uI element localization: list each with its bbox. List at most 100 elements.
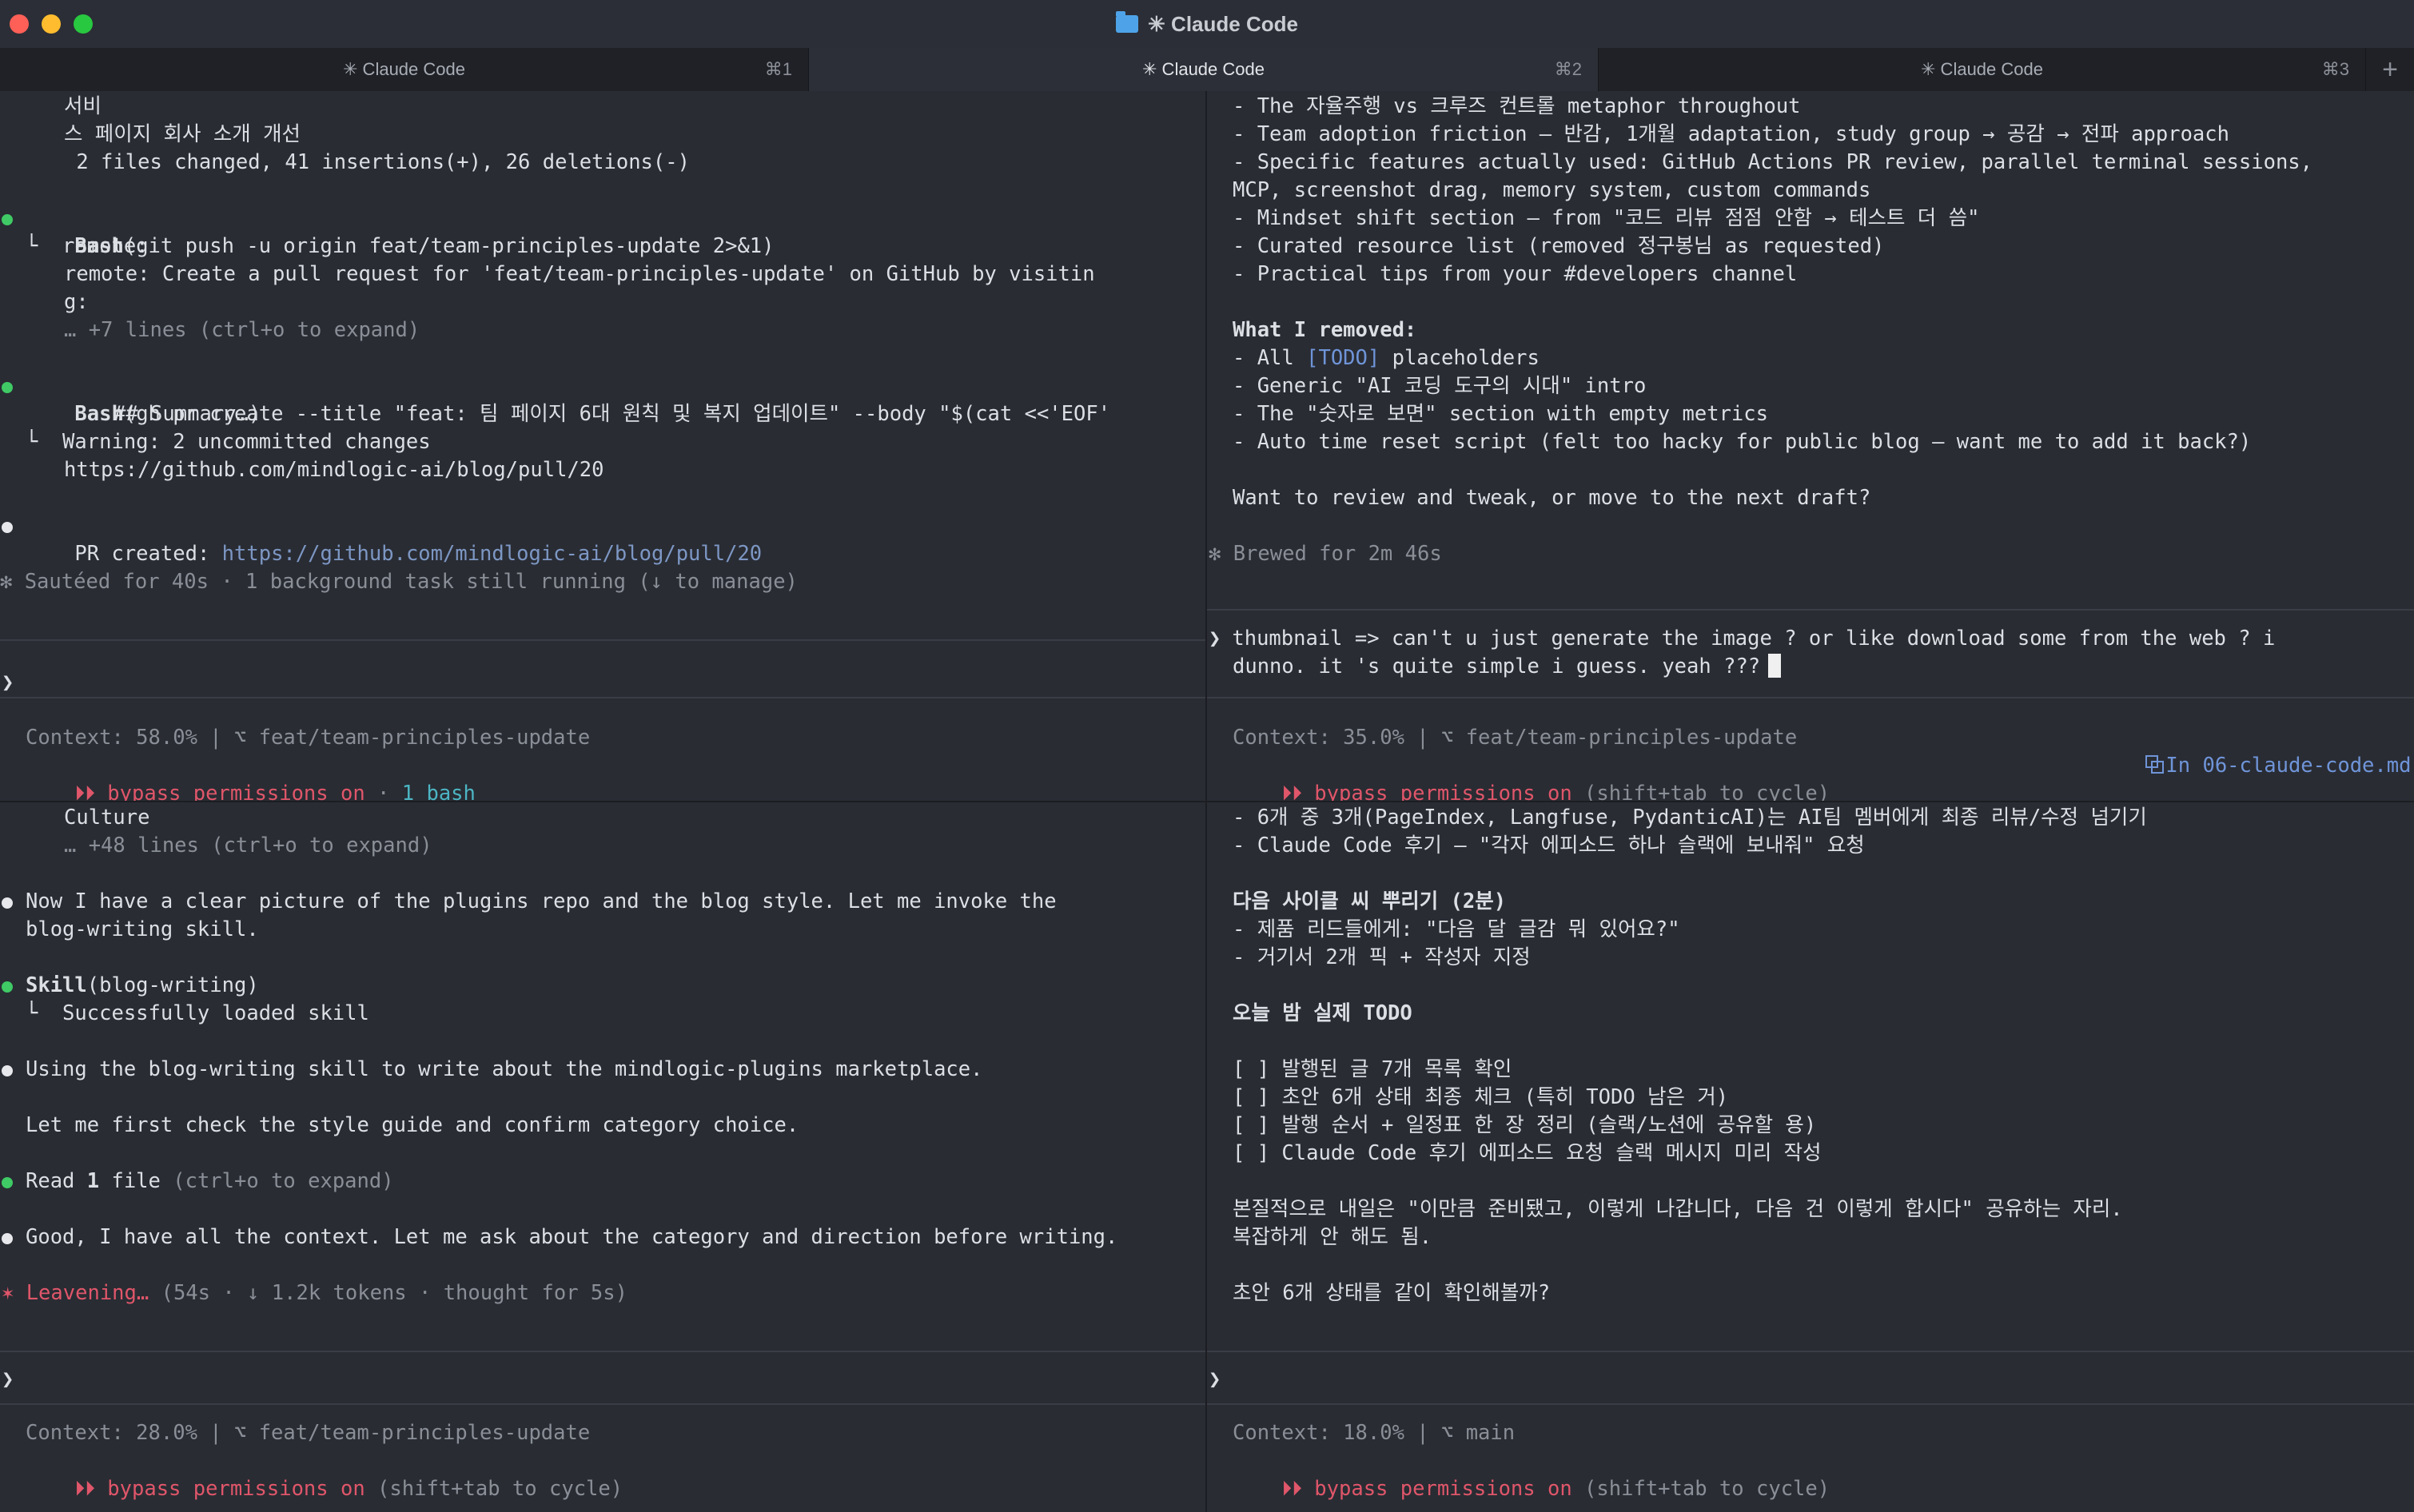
ide-file-reference[interactable]: In 06-claude-code.md [2096, 724, 2411, 778]
output-line: - 거기서 2개 픽 + 작성자 지정 [1233, 945, 1531, 969]
output-line: - The "숫자로 보면" section with empty metric… [1233, 402, 1768, 426]
prompt-input[interactable]: ❯ [0, 1366, 14, 1394]
text-cursor [1768, 654, 1782, 678]
prompt-input-cont[interactable]: dunno. it 's quite simple i guess. yeah … [1207, 653, 1782, 681]
permission-mode[interactable]: ⏵⏵ bypass permissions on (shift+tab to c… [0, 1447, 623, 1501]
context-status: Context: 28.0% | ⌥ feat/team-principles-… [26, 1421, 591, 1445]
tab-3-shortcut: ⌘3 [2321, 59, 2349, 79]
output-line: - Team adoption friction — 반감, 1개월 adapt… [1233, 122, 2229, 146]
terminal-pane-top-left[interactable]: 서비 스 페이지 회사 소개 개선 2 files changed, 41 in… [0, 91, 1205, 801]
todo-tag: [TODO] [1306, 346, 1380, 370]
terminal-pane-top-right[interactable]: - The 자율주행 vs 크루즈 컨트롤 metaphor throughou… [1207, 91, 2414, 801]
permission-text: bypass permissions on [94, 782, 365, 801]
spinner-status: ✶ Leavening… [2, 1281, 161, 1305]
permission-mode[interactable]: ⏵⏵ bypass permissions on · 1 bash [0, 752, 475, 801]
context-status: Context: 35.0% | ⌥ feat/team-principles-… [1233, 726, 1798, 750]
section-heading: 오늘 밤 실제 TODO [1233, 1001, 1412, 1025]
tool-args: (git push -u origin feat/team-principles… [123, 234, 775, 258]
permission-mode[interactable]: ⏵⏵ bypass permissions on (shift+tab to c… [1207, 1447, 1830, 1501]
message-dot-icon [2, 1233, 13, 1244]
assistant-message: Now I have a clear picture of the plugin… [0, 888, 1057, 916]
text: placeholders [1380, 346, 1540, 370]
output-line: - Mindset shift section — from "코드 리뷰 점점… [1233, 206, 1980, 230]
checklist-item: [ ] Claude Code 후기 에피소드 요청 슬랙 메시지 미리 작성 [1233, 1141, 1822, 1165]
ide-link-icon [2145, 755, 2165, 774]
status-dot-icon [2, 214, 13, 225]
input-separator [1207, 1351, 2414, 1352]
checklist-item: [ ] 초안 6개 상태 최종 체크 (특히 TODO 남은 거) [1233, 1085, 1729, 1109]
tab-3[interactable]: ✳ Claude Code ⌘3 [1599, 48, 2366, 91]
input-separator [0, 1351, 1205, 1352]
output-line: Want to review and tweak, or move to the… [1233, 486, 1871, 510]
expand-hint[interactable]: … +7 lines (ctrl+o to expand) [0, 316, 420, 344]
terminal-pane-bottom-right[interactable]: - 6개 중 3개(PageIndex, Langfuse, PydanticA… [1207, 802, 2414, 1512]
read-label-2: file [99, 1169, 173, 1193]
message-text: Now I have a clear picture of the plugin… [26, 889, 1057, 913]
pr-label: PR created: [74, 542, 222, 566]
prompt-text: thumbnail => can't u just generate the i… [1232, 627, 2276, 651]
status-line: ✻ Brewed for 2m 46s [1209, 542, 1442, 566]
tool-call-read: Read 1 file (ctrl+o to expand) [0, 1168, 394, 1196]
output-line: - Specific features actually used: GitHu… [1233, 150, 2313, 174]
output-line: - Auto time reset script (felt too hacky… [1233, 430, 2252, 454]
output-line: - All [TODO] placeholders [1207, 344, 1540, 372]
permission-mode[interactable]: ⏵⏵ bypass permissions on (shift+tab to c… [1207, 752, 1830, 801]
permission-text: bypass permissions on [94, 1477, 365, 1501]
output-line: 서비 [64, 94, 102, 118]
context-status: Context: 18.0% | ⌥ main [1233, 1421, 1516, 1445]
status-dot-icon [2, 1177, 13, 1188]
tool-args: (blog-writing) [86, 973, 259, 997]
output-line: 스 페이지 회사 소개 개선 [64, 122, 301, 146]
assistant-message-cont: blog-writing skill. [26, 917, 259, 941]
folder-icon [1116, 11, 1139, 33]
terminal-pane-bottom-left[interactable]: Culture … +48 lines (ctrl+o to expand) N… [0, 802, 1205, 1512]
input-separator [1207, 697, 2414, 698]
tool-args-cont: ## Summary…) [114, 402, 261, 426]
input-separator [0, 639, 1205, 641]
message-dot-icon [2, 1065, 13, 1076]
output-line: - Curated resource list (removed 정구봉님 as… [1233, 234, 1885, 258]
status-dot-icon [2, 382, 13, 393]
prompt-input[interactable]: ❯ [1207, 1366, 1221, 1394]
prompt-chevron-icon: ❯ [2, 670, 14, 694]
message-dot-icon [2, 522, 13, 533]
prompt-input[interactable]: ❯ thumbnail => can't u just generate the … [1207, 625, 2275, 653]
tab-1-label: ✳ Claude Code [343, 59, 465, 79]
tab-1-shortcut: ⌘1 [764, 59, 792, 79]
permission-hint: (shift+tab to cycle) [1571, 782, 1830, 801]
tool-output-line: https://github.com/mindlogic-ai/blog/pul… [64, 458, 604, 482]
input-separator [0, 697, 1205, 698]
tab-2[interactable]: ✳ Claude Code ⌘2 [809, 48, 1599, 91]
message-dot-icon [2, 897, 13, 909]
expand-hint[interactable]: … +48 lines (ctrl+o to expand) [0, 832, 432, 860]
fast-forward-icon: ⏵⏵ [74, 1477, 95, 1501]
prompt-input[interactable]: ❯ [0, 669, 14, 697]
assistant-message: Good, I have all the context. Let me ask… [0, 1224, 1117, 1251]
checklist-item: [ ] 발행 순서 + 일정표 한 장 정리 (슬랙/노션에 공유할 용) [1233, 1113, 1817, 1137]
text: - All [1233, 346, 1307, 370]
spinner-detail: (54s · ↓ 1.2k tokens · thought for 5s) [161, 1281, 627, 1305]
permission-hint: (shift+tab to cycle) [1571, 1477, 1830, 1501]
tab-1[interactable]: ✳ Claude Code ⌘1 [0, 48, 809, 91]
background-bash-count[interactable]: 1 bash [402, 782, 476, 801]
input-separator [1207, 609, 2414, 611]
tool-output-line: └ remote: [26, 234, 149, 258]
expand-hint[interactable]: (ctrl+o to expand) [173, 1169, 393, 1193]
tool-output-line: g: [64, 290, 89, 314]
prompt-text: dunno. it 's quite simple i guess. yeah … [1233, 655, 1761, 678]
message-text: Using the blog-writing skill to write ab… [26, 1057, 983, 1081]
ide-file-name: In 06-claude-code.md [2165, 754, 2412, 778]
read-label: Read [26, 1169, 87, 1193]
pr-link[interactable]: https://github.com/mindlogic-ai/blog/pul… [222, 542, 763, 566]
section-heading: 다음 사이클 씨 뿌리기 (2분) [1233, 889, 1507, 913]
window-title-text: ✳ Claude Code [1148, 11, 1298, 36]
new-tab-button[interactable]: + [2374, 48, 2406, 91]
message-text: Good, I have all the context. Let me ask… [26, 1225, 1118, 1249]
tool-args: (gh pr create --title "feat: 팀 페이지 6대 원칙… [123, 402, 1111, 426]
output-line: MCP, screenshot drag, memory system, cus… [1233, 178, 1871, 202]
output-line: - 제품 리드들에게: "다음 달 글감 뭐 있어요?" [1233, 917, 1680, 941]
output-line: - Claude Code 후기 — "각자 에피소드 하나 슬랙에 보내줘" … [1233, 834, 1865, 857]
tool-call-bash-pr: Bash(gh pr create --title "feat: 팀 페이지 6… [0, 372, 1110, 426]
status-line: ✻ Sautéed for 40s · 1 background task st… [0, 570, 798, 594]
fast-forward-icon: ⏵⏵ [74, 782, 95, 801]
